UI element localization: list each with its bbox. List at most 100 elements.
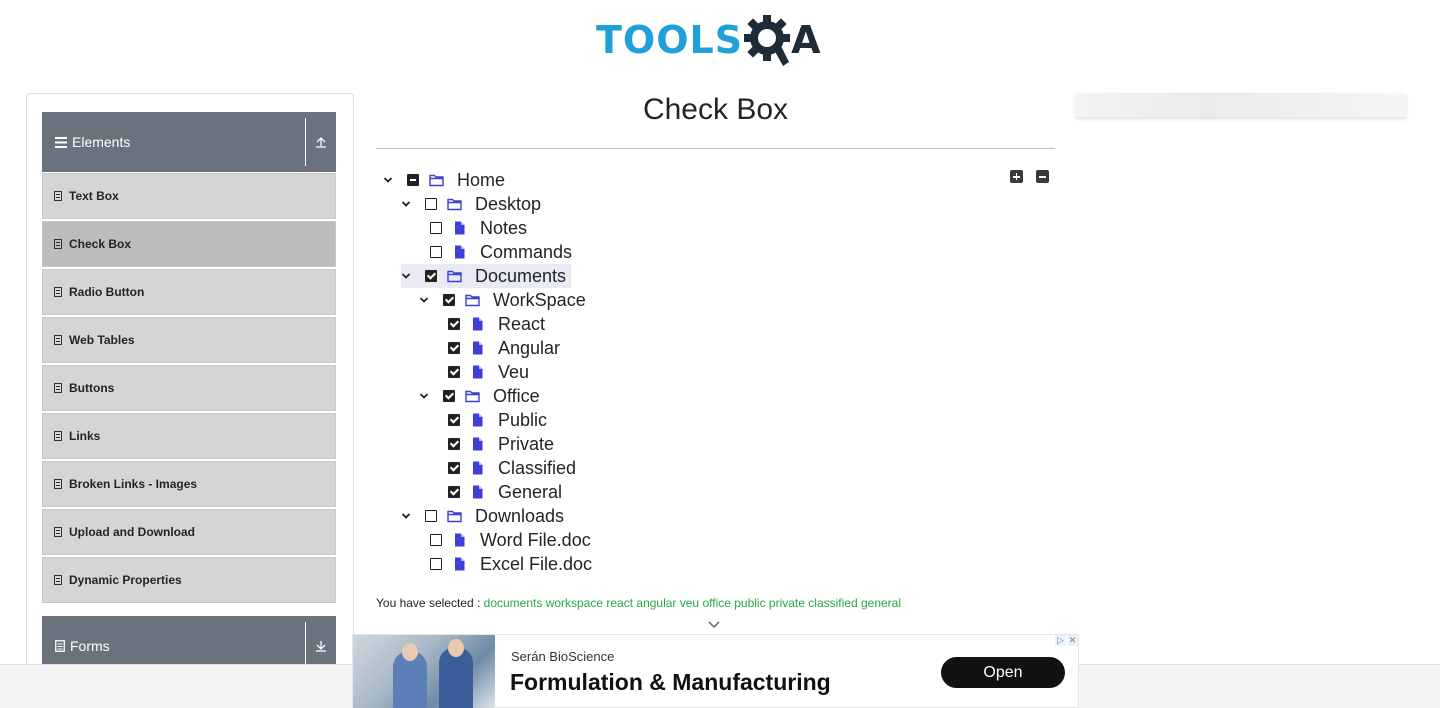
group-label-forms: Forms	[70, 638, 110, 654]
checkbox[interactable]	[425, 270, 437, 282]
list-icon	[54, 239, 62, 249]
menu-item-broken-links[interactable]: Broken Links - Images	[42, 461, 336, 507]
checkbox[interactable]	[407, 174, 419, 186]
ad-controls: ▷ ✕	[1055, 635, 1078, 646]
checkbox[interactable]	[443, 390, 455, 402]
file-icon	[473, 461, 483, 475]
file-icon	[473, 341, 483, 355]
menu-item-upload-download[interactable]: Upload and Download	[42, 509, 336, 555]
site-logo[interactable]: TOOLS A	[596, 12, 821, 68]
ad-choices-icon[interactable]: ▷	[1055, 635, 1066, 646]
menu-item-label: Web Tables	[69, 333, 135, 347]
ad-photo-head	[448, 639, 464, 657]
tree-node-general[interactable]: General	[448, 480, 565, 504]
tree-node-label: General	[498, 481, 563, 502]
tree-node-label: Notes	[480, 217, 528, 238]
hamburger-icon	[55, 136, 67, 148]
checkbox[interactable]	[430, 222, 442, 234]
collapse-all-icon[interactable]	[1036, 170, 1049, 183]
tree-node-desktop[interactable]: Desktop	[401, 192, 544, 216]
menu-item-label: Check Box	[69, 237, 132, 251]
menu-item-label: Buttons	[69, 381, 115, 395]
checkbox[interactable]	[448, 318, 460, 330]
tree-controls	[1010, 170, 1049, 183]
tree-node-office[interactable]: Office	[419, 384, 543, 408]
tree-node-classified[interactable]: Classified	[448, 456, 579, 480]
ad-open-button[interactable]: Open	[941, 657, 1065, 688]
menu-item-buttons[interactable]: Buttons	[42, 365, 336, 411]
group-header-forms-label-wrap: Forms	[42, 638, 305, 654]
chevron-down-icon[interactable]	[419, 295, 429, 305]
result-prefix: You have selected :	[376, 596, 481, 610]
tree-node-label: Veu	[498, 361, 530, 382]
logo-text-tools: TOOLS	[596, 18, 744, 62]
tree-node-label: Word File.doc	[480, 529, 591, 550]
tree-node-label: Downloads	[475, 505, 565, 526]
tree-node-label: React	[498, 313, 546, 334]
collapse-arrow-icon[interactable]	[305, 118, 336, 166]
tree-node-documents[interactable]: Documents	[401, 264, 572, 288]
folder-icon	[429, 174, 444, 187]
menu-item-web-tables[interactable]: Web Tables	[42, 317, 336, 363]
gear-q-icon	[744, 15, 791, 66]
menu-item-label: Broken Links - Images	[69, 477, 198, 491]
checkbox[interactable]	[430, 534, 442, 546]
menu-item-links[interactable]: Links	[42, 413, 336, 459]
menu-item-dynamic-properties[interactable]: Dynamic Properties	[42, 557, 336, 603]
tree-node-label: Private	[498, 433, 555, 454]
menu-item-label: Text Box	[69, 189, 119, 203]
checkbox[interactable]	[448, 462, 460, 474]
file-icon	[473, 317, 483, 331]
tree-node-angular[interactable]: Angular	[448, 336, 563, 360]
tree-node-label: Excel File.doc	[480, 553, 593, 574]
ad-banner[interactable]: Serán BioScience Formulation & Manufactu…	[352, 634, 1079, 708]
menu-item-radio-button[interactable]: Radio Button	[42, 269, 336, 315]
tree-node-commands[interactable]: Commands	[430, 240, 575, 264]
folder-icon	[465, 294, 480, 307]
chevron-down-icon[interactable]	[401, 271, 411, 281]
checkbox[interactable]	[448, 366, 460, 378]
tree-node-word-file-doc[interactable]: Word File.doc	[430, 528, 594, 552]
expand-all-icon[interactable]	[1010, 170, 1023, 183]
checkbox[interactable]	[448, 486, 460, 498]
list-icon	[54, 191, 62, 201]
menu-item-label: Radio Button	[69, 285, 145, 299]
page-title: Check Box	[642, 93, 789, 126]
menu-item-text-box[interactable]: Text Box	[42, 173, 336, 219]
tree-node-private[interactable]: Private	[448, 432, 557, 456]
menu-item-check-box[interactable]: Check Box	[42, 221, 336, 267]
tree-node-excel-file-doc[interactable]: Excel File.doc	[430, 552, 595, 576]
checkbox[interactable]	[430, 558, 442, 570]
tree-node-downloads[interactable]: Downloads	[401, 504, 567, 528]
tree-node-workspace[interactable]: WorkSpace	[419, 288, 589, 312]
chevron-down-icon[interactable]	[383, 175, 393, 185]
ad-photo	[353, 635, 495, 708]
list-icon	[54, 383, 62, 393]
checkbox[interactable]	[425, 510, 437, 522]
file-icon	[455, 557, 465, 571]
tree-node-home[interactable]: Home	[383, 168, 508, 192]
checkbox[interactable]	[448, 342, 460, 354]
tree-node-notes[interactable]: Notes	[430, 216, 530, 240]
checkbox[interactable]	[425, 198, 437, 210]
file-icon	[473, 365, 483, 379]
file-icon	[455, 245, 465, 259]
checkbox[interactable]	[443, 294, 455, 306]
checkbox[interactable]	[430, 246, 442, 258]
checkbox[interactable]	[448, 438, 460, 450]
group-header-elements[interactable]: Elements	[42, 112, 336, 172]
tree-node-veu[interactable]: Veu	[448, 360, 532, 384]
chevron-down-icon[interactable]	[401, 511, 411, 521]
tree-node-public[interactable]: Public	[448, 408, 550, 432]
chevron-down-icon[interactable]	[419, 391, 429, 401]
tree-node-label: Classified	[498, 457, 577, 478]
checkbox[interactable]	[448, 414, 460, 426]
ad-close-icon[interactable]: ✕	[1067, 635, 1078, 646]
tree-node-react[interactable]: React	[448, 312, 548, 336]
chevron-down-icon[interactable]	[707, 619, 721, 631]
list-icon	[54, 335, 62, 345]
menu-item-label: Links	[69, 429, 101, 443]
expand-arrow-icon[interactable]	[305, 622, 336, 670]
file-icon	[473, 413, 483, 427]
chevron-down-icon[interactable]	[401, 199, 411, 209]
